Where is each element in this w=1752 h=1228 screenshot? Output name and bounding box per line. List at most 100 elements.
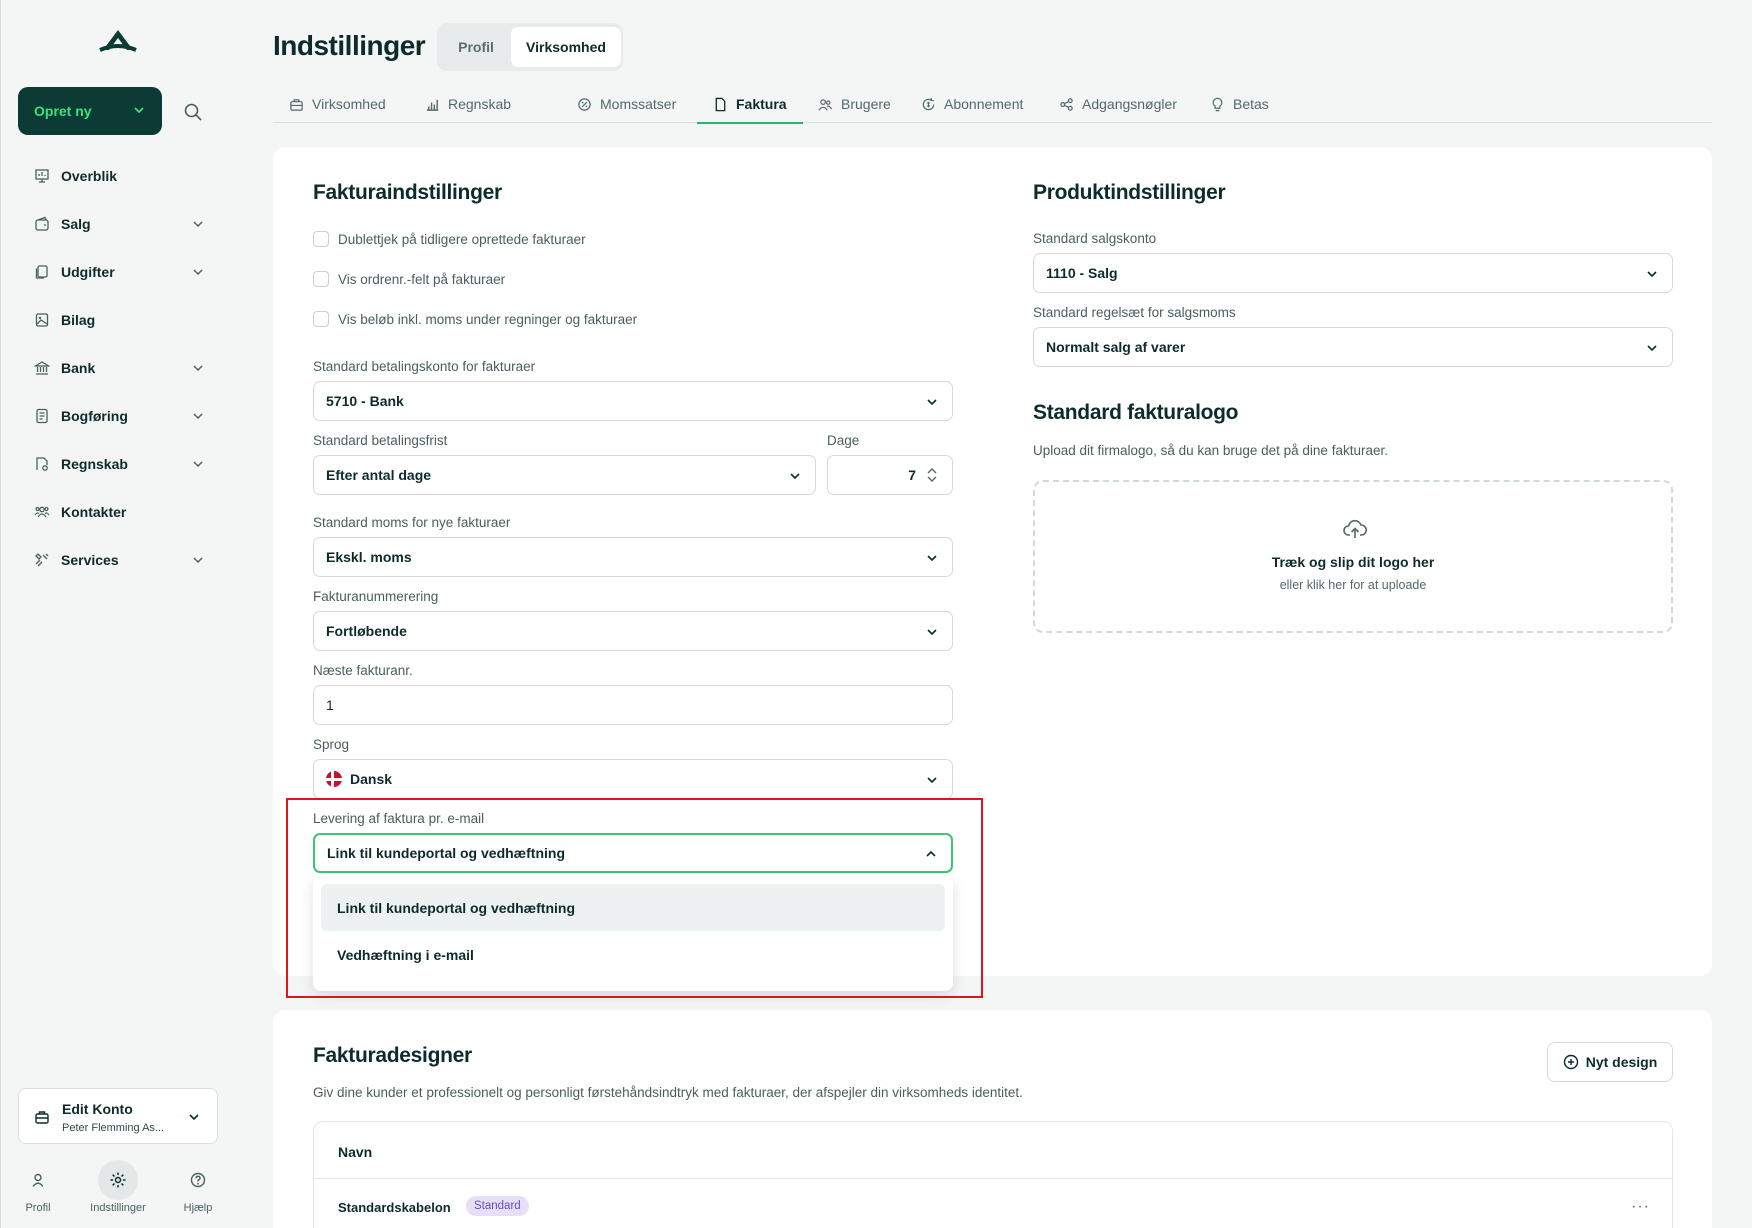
more-options-icon[interactable]: ··· bbox=[1631, 1198, 1650, 1216]
segment-virksomhed[interactable]: Virksomhed bbox=[511, 27, 621, 67]
checkbox-box[interactable] bbox=[313, 271, 329, 287]
chevron-down-icon bbox=[1647, 345, 1657, 352]
sidebar-item-bogfoering[interactable]: Bogføring bbox=[18, 392, 218, 440]
annotation-highlight-box bbox=[286, 798, 983, 998]
design-row-name[interactable]: Standardskabelon bbox=[338, 1200, 451, 1215]
vat-rule-select[interactable]: Normalt salg af varer bbox=[1033, 327, 1673, 367]
bottom-nav-indstillinger[interactable]: Indstillinger bbox=[83, 1160, 153, 1214]
chevron-down-icon bbox=[189, 1114, 199, 1121]
sidebar-item-label: Services bbox=[61, 552, 119, 568]
checkbox-order-number[interactable]: Vis ordrenr.-felt på fakturaer bbox=[313, 271, 505, 287]
sidebar-item-bank[interactable]: Bank bbox=[18, 344, 218, 392]
language-select[interactable]: Dansk bbox=[313, 759, 953, 799]
sidebar-item-kontakter[interactable]: Kontakter bbox=[18, 488, 218, 536]
bottom-nav-hjaelp[interactable]: Hjælp bbox=[163, 1160, 233, 1214]
days-stepper[interactable]: 7 bbox=[827, 455, 953, 495]
document-image-icon bbox=[35, 313, 49, 327]
checkbox-label: Vis beløb inkl. moms under regninger og … bbox=[338, 311, 638, 327]
days-label: Dage bbox=[827, 433, 860, 448]
logo-title: Standard fakturalogo bbox=[1033, 401, 1239, 424]
bottom-nav-label: Hjælp bbox=[183, 1202, 213, 1214]
sidebar-item-label: Regnskab bbox=[61, 456, 128, 472]
report-icon bbox=[36, 457, 48, 471]
chevron-down-icon bbox=[193, 269, 203, 276]
next-number-label: Næste fakturanr. bbox=[313, 663, 413, 678]
sidebar-nav: Overblik Salg Udgifter Bilag Bank Bogfør… bbox=[18, 152, 218, 584]
vat-select[interactable]: Ekskl. moms bbox=[313, 537, 953, 577]
sidebar-item-regnskab[interactable]: Regnskab bbox=[18, 440, 218, 488]
tab-adgangsnoegler[interactable]: Adgangsnøgler bbox=[1059, 85, 1177, 123]
sidebar-item-label: Bogføring bbox=[61, 408, 128, 424]
standard-badge: Standard bbox=[466, 1196, 529, 1216]
designer-title: Fakturadesigner bbox=[313, 1044, 472, 1067]
settings-tabs: Virksomhed Regnskab Momssatser Faktura B… bbox=[273, 85, 1712, 124]
select-value: Dansk bbox=[350, 771, 393, 787]
stepper-updown-icon[interactable] bbox=[926, 467, 938, 483]
users-icon bbox=[818, 98, 833, 111]
segment-profil[interactable]: Profil bbox=[441, 27, 511, 67]
account-subtitle: Peter Flemming As... bbox=[62, 1122, 165, 1134]
ledger-icon bbox=[36, 408, 48, 424]
checkbox-box[interactable] bbox=[313, 231, 329, 247]
sidebar-item-overblik[interactable]: Overblik bbox=[18, 152, 218, 200]
sales-account-label: Standard salgskonto bbox=[1033, 231, 1157, 246]
sidebar-item-label: Kontakter bbox=[61, 504, 127, 520]
tab-label: Brugere bbox=[841, 96, 891, 112]
chevron-down-icon bbox=[134, 107, 144, 114]
checkbox-incl-vat[interactable]: Vis beløb inkl. moms under regninger og … bbox=[313, 311, 637, 327]
create-new-button[interactable]: Opret ny bbox=[18, 87, 162, 135]
bank-icon bbox=[34, 361, 50, 375]
days-value: 7 bbox=[908, 467, 916, 483]
lightbulb-icon bbox=[1212, 97, 1223, 111]
tab-label: Regnskab bbox=[448, 96, 512, 112]
gear-icon bbox=[110, 1172, 126, 1188]
account-switcher[interactable]: Edit Konto Peter Flemming As... bbox=[18, 1088, 218, 1144]
tab-abonnement[interactable]: Abonnement bbox=[921, 85, 1023, 123]
tab-betas[interactable]: Betas bbox=[1210, 85, 1269, 123]
numbering-select[interactable]: Fortløbende bbox=[313, 611, 953, 651]
bar-chart-icon bbox=[426, 99, 439, 111]
sidebar-item-bilag[interactable]: Bilag bbox=[18, 296, 218, 344]
chevron-down-icon bbox=[193, 557, 203, 564]
designer-description: Giv dine kunder et professionelt og pers… bbox=[313, 1085, 1023, 1100]
checkbox-duplicate-check[interactable]: Dublettjek på tidligere oprettede faktur… bbox=[313, 231, 586, 247]
dropzone-title: Træk og slip dit logo her bbox=[1271, 554, 1435, 570]
vat-rule-label: Standard regelsæt for salgsmoms bbox=[1033, 305, 1236, 320]
checkbox-label: Dublettjek på tidligere oprettede faktur… bbox=[338, 231, 586, 247]
new-design-button[interactable]: Nyt design bbox=[1547, 1042, 1673, 1082]
contacts-icon bbox=[34, 506, 50, 518]
pay-account-label: Standard betalingskonto for fakturaer bbox=[313, 359, 536, 374]
briefcase-icon bbox=[35, 1111, 49, 1124]
chevron-down-icon bbox=[927, 399, 937, 406]
sidebar: Opret ny Overblik Salg Udgifter Bilag Ba… bbox=[0, 0, 233, 1228]
sidebar-item-services[interactable]: Services bbox=[18, 536, 218, 584]
product-settings-title: Produktindstillinger bbox=[1033, 181, 1226, 204]
pay-term-select[interactable]: Efter antal dage bbox=[313, 455, 816, 495]
tab-momssatser[interactable]: Momssatser bbox=[577, 85, 676, 123]
sales-account-select[interactable]: 1110 - Salg bbox=[1033, 253, 1673, 293]
sidebar-item-udgifter[interactable]: Udgifter bbox=[18, 248, 218, 296]
checkbox-box[interactable] bbox=[313, 311, 329, 327]
sidebar-item-label: Salg bbox=[61, 216, 91, 232]
tab-brugere[interactable]: Brugere bbox=[817, 85, 891, 123]
bottom-nav-profil[interactable]: Profil bbox=[3, 1160, 73, 1214]
tab-regnskab[interactable]: Regnskab bbox=[425, 85, 511, 123]
tab-label: Momssatser bbox=[600, 96, 677, 112]
tab-faktura[interactable]: Faktura bbox=[697, 85, 803, 124]
chevron-down-icon bbox=[193, 365, 203, 372]
search-icon[interactable] bbox=[181, 100, 205, 124]
percent-coins-icon bbox=[578, 97, 591, 111]
account-name: Edit Konto bbox=[62, 1101, 133, 1117]
brand-logo-icon[interactable] bbox=[98, 28, 138, 56]
tab-label: Betas bbox=[1233, 96, 1269, 112]
sidebar-item-salg[interactable]: Salg bbox=[18, 200, 218, 248]
next-number-input[interactable]: 1 bbox=[313, 685, 953, 725]
button-label: Nyt design bbox=[1585, 1054, 1658, 1070]
tab-virksomhed[interactable]: Virksomhed bbox=[289, 85, 386, 123]
input-value: 1 bbox=[326, 697, 334, 713]
chevron-down-icon bbox=[193, 221, 203, 228]
logo-dropzone[interactable]: Træk og slip dit logo her eller klik her… bbox=[1033, 480, 1673, 633]
user-icon bbox=[32, 1173, 44, 1187]
pay-account-select[interactable]: 5710 - Bank bbox=[313, 381, 953, 421]
chevron-down-icon bbox=[1647, 271, 1657, 278]
